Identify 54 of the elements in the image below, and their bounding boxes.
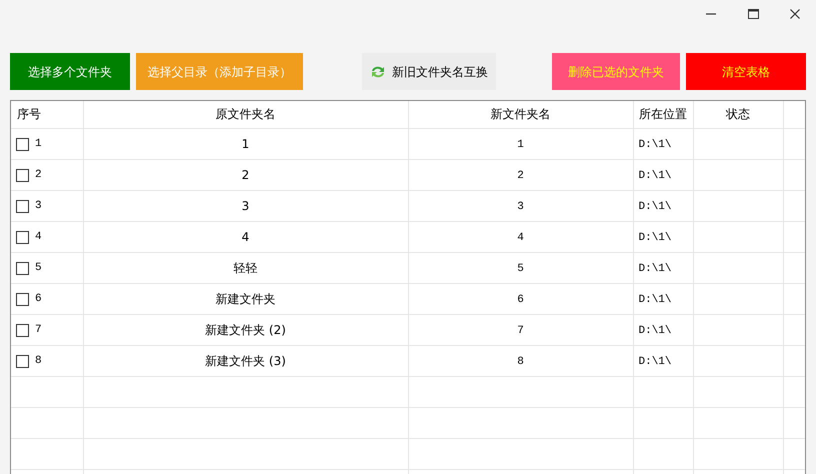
column-header: 原文件夹名 <box>83 101 408 128</box>
row-number: 1 <box>35 138 42 150</box>
table-cell: 新建文件夹 (3) <box>205 354 286 368</box>
row-checkbox[interactable] <box>16 200 29 213</box>
table-cell: 1 <box>242 136 250 150</box>
table-cell: D:\1\ <box>638 170 672 182</box>
table-cell: 新建文件夹 (2) <box>205 322 286 336</box>
toolbar-button[interactable]: 选择父目录（添加子目录） <box>136 53 303 90</box>
table-cell: D:\1\ <box>638 138 672 151</box>
table-cell: D:\1\ <box>638 356 672 368</box>
row-number: 4 <box>35 230 42 243</box>
close-icon <box>790 9 800 19</box>
row-checkbox[interactable] <box>16 168 29 182</box>
table-cell: 8 <box>517 356 524 368</box>
table-cell: D:\1\ <box>638 232 672 244</box>
row-number: 3 <box>35 200 42 212</box>
table-cell: 1 <box>517 138 524 151</box>
table-cell: D:\1\ <box>638 294 672 306</box>
table-cell: D:\1\ <box>638 324 672 337</box>
row-number: 8 <box>35 354 42 367</box>
table-cell: 2 <box>517 170 524 182</box>
row-checkbox[interactable] <box>16 292 29 306</box>
table-cell: 4 <box>517 232 524 244</box>
row-checkbox[interactable] <box>16 230 29 244</box>
table-cell: D:\1\ <box>638 200 672 213</box>
table-cell: 3 <box>242 198 250 212</box>
table-cell: D:\1\ <box>638 262 672 275</box>
column-header: 新文件夹名 <box>408 101 633 128</box>
toolbar-button[interactable]: 清空表格 <box>686 53 806 90</box>
column-header: 状态 <box>693 101 783 128</box>
row-checkbox[interactable] <box>16 262 29 275</box>
minimize-icon <box>706 13 716 15</box>
row-number: 2 <box>35 168 42 181</box>
maximize-icon <box>748 9 758 19</box>
row-checkbox[interactable] <box>16 354 29 368</box>
table-cell: 5 <box>517 262 524 275</box>
table-cell: 7 <box>517 324 524 337</box>
table-cell: 2 <box>242 168 250 182</box>
refresh-icon <box>370 64 386 78</box>
row-number: 6 <box>35 292 42 305</box>
row-number: 5 <box>35 262 42 274</box>
swap-names-button[interactable]: 新旧文件夹名互换 <box>362 53 496 90</box>
row-number: 7 <box>35 324 42 336</box>
table-cell: 3 <box>517 200 524 213</box>
row-checkbox[interactable] <box>16 324 29 337</box>
table-cell: 6 <box>517 294 524 306</box>
toolbar-button[interactable]: 删除已选的文件夹 <box>552 53 680 90</box>
table-cell: 新建文件夹 <box>216 292 276 306</box>
table-cell: 轻轻 <box>234 260 258 274</box>
column-header: 序号 <box>11 101 83 128</box>
column-header: 所在位置 <box>633 101 693 128</box>
row-checkbox[interactable] <box>16 138 29 151</box>
toolbar-button[interactable]: 选择多个文件夹 <box>10 53 130 90</box>
table-cell: 4 <box>242 230 250 244</box>
